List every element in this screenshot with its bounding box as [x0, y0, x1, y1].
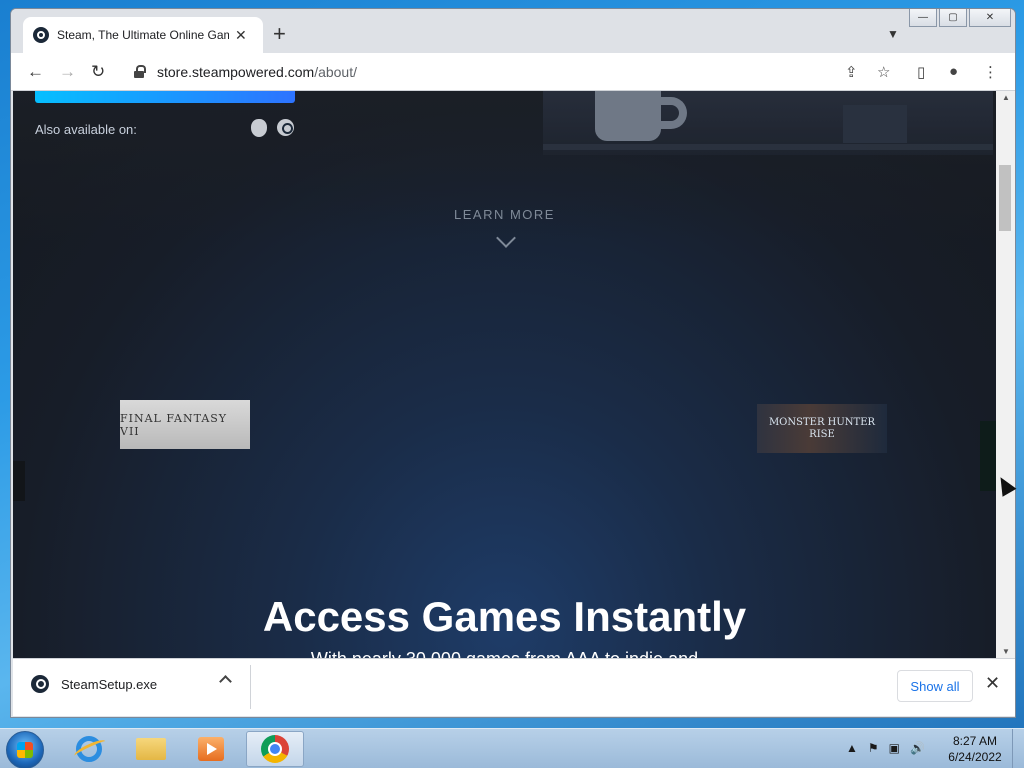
background-mug [595, 91, 661, 141]
close-download-bar-icon[interactable]: ✕ [985, 673, 1000, 694]
platform-icons [251, 119, 294, 137]
show-desktop-button[interactable] [1012, 729, 1024, 768]
taskbar-file-explorer[interactable] [122, 731, 180, 767]
page-subheadline: With nearly 30,000 games from AAA to ind… [13, 649, 996, 658]
profile-avatar-icon[interactable]: ● [949, 63, 958, 80]
taskbar-media-player[interactable] [182, 731, 240, 767]
download-bar: SteamSetup.exe Show all ✕ [13, 658, 1015, 716]
minimize-button[interactable]: — [909, 9, 937, 27]
clock-date: 6/24/2022 [948, 750, 1002, 764]
forward-arrow-icon[interactable]: → [59, 62, 76, 82]
side-panel-icon[interactable]: ▯ [917, 63, 925, 81]
bookmark-star-icon[interactable]: ☆ [877, 63, 890, 81]
back-arrow-icon[interactable]: ← [27, 62, 44, 82]
steam-file-icon [31, 675, 49, 693]
tab-close-icon[interactable]: ✕ [235, 27, 247, 44]
steam-about-page: Also available on: LEARN MORE FINAL FANT… [13, 91, 996, 658]
network-icon[interactable]: ▣ [889, 741, 900, 755]
scrollbar-thumb[interactable] [999, 165, 1011, 231]
capsule-title-line1: MONSTER HUNTER [768, 416, 876, 428]
learn-more-link[interactable]: LEARN MORE [13, 207, 996, 222]
close-window-button[interactable]: ✕ [969, 9, 1011, 27]
tab-strip: Steam, The Ultimate Online Game Platform… [11, 9, 1015, 53]
browser-window: Steam, The Ultimate Online Game Platform… [10, 8, 1016, 718]
background-box [843, 105, 907, 143]
address-bar[interactable]: store.steampowered.com/about/ [121, 57, 901, 87]
folder-icon [136, 738, 166, 760]
tray-expand-icon[interactable]: ▲ [846, 741, 858, 755]
install-steam-button[interactable] [35, 91, 295, 103]
capsule-title-line2: RISE [809, 428, 835, 440]
page-scrollbar[interactable]: ▲ ▼ [996, 91, 1015, 658]
volume-icon[interactable]: 🔊 [910, 741, 925, 755]
action-center-flag-icon[interactable]: ⚑ [868, 741, 879, 755]
taskbar-chrome[interactable] [246, 731, 304, 767]
reload-icon[interactable]: ↻ [91, 62, 105, 82]
internet-explorer-icon [76, 736, 102, 762]
taskbar-internet-explorer[interactable] [60, 731, 118, 767]
also-available-label: Also available on: [35, 122, 137, 137]
show-all-button[interactable]: Show all [897, 670, 973, 702]
scroll-down-arrow-icon[interactable]: ▼ [1002, 647, 1010, 656]
taskbar-clock[interactable]: 8:27 AM 6/24/2022 [940, 733, 1010, 765]
background-mug-handle [653, 97, 687, 129]
url-text: store.steampowered.com/about/ [157, 64, 358, 80]
page-headline: Access Games Instantly [262, 593, 747, 640]
scroll-up-arrow-icon[interactable]: ▲ [1002, 93, 1010, 102]
steam-favicon-icon [33, 27, 49, 43]
browser-toolbar: ← → ↻ store.steampowered.com/about/ ⇪ ☆ … [11, 53, 1015, 91]
chevron-up-icon[interactable] [219, 675, 232, 688]
maximize-button[interactable]: ▢ [939, 9, 967, 27]
download-item[interactable]: SteamSetup.exe [31, 675, 157, 693]
window-controls: — ▢ ✕ [909, 9, 1011, 27]
tab-search-chevron-icon[interactable]: ▼ [887, 27, 899, 41]
media-player-icon [198, 737, 224, 761]
tab-steam[interactable]: Steam, The Ultimate Online Game Platform… [23, 17, 263, 53]
game-capsule-monster-hunter[interactable]: MONSTER HUNTER RISE [757, 404, 887, 453]
partial-capsule-left [13, 461, 25, 501]
clock-time: 8:27 AM [952, 734, 998, 748]
start-button[interactable] [6, 731, 44, 768]
chrome-icon [261, 735, 289, 763]
steam-icon[interactable] [277, 119, 294, 136]
download-separator [250, 665, 251, 709]
tab-title: Steam, The Ultimate Online Game Platform [57, 28, 229, 42]
windows-taskbar: ▲ ⚑ ▣ 🔊 8:27 AM 6/24/2022 [0, 728, 1024, 768]
lock-icon [133, 65, 147, 79]
menu-kebab-icon[interactable]: ⋮ [983, 63, 998, 81]
download-filename: SteamSetup.exe [61, 676, 158, 692]
system-tray: ▲ ⚑ ▣ 🔊 [846, 741, 925, 755]
new-tab-button[interactable]: + [273, 23, 286, 45]
share-icon[interactable]: ⇪ [845, 63, 858, 81]
game-capsule-final-fantasy[interactable]: FINAL FANTASY VII [120, 400, 250, 449]
apple-icon[interactable] [251, 119, 267, 137]
